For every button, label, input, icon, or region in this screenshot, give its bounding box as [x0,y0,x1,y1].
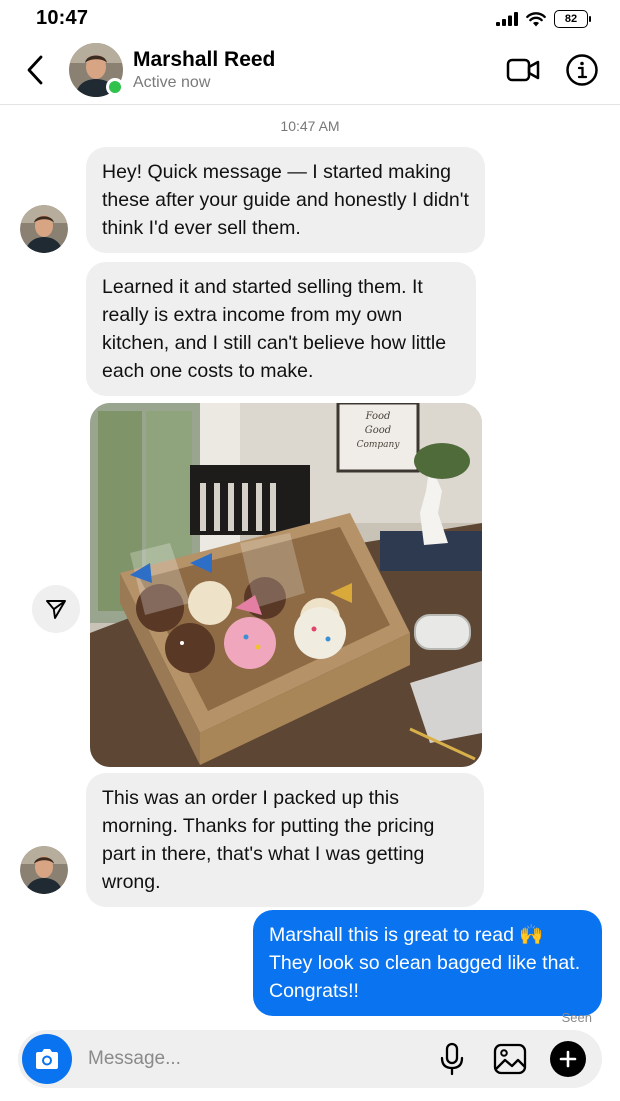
incoming-message[interactable]: This was an order I packed up this morni… [86,773,484,907]
camera-button[interactable] [22,1034,72,1084]
battery-icon: 82 [554,10,591,28]
seen-receipt: Seen [561,1010,592,1025]
contact-name[interactable]: Marshall Reed [133,48,275,72]
photo-sign-line: Food [365,411,391,422]
conversation-timestamp: 10:47 AM [280,118,340,134]
status-time: 10:47 [36,7,89,29]
gallery-icon [493,1043,527,1075]
info-button[interactable] [565,53,599,87]
incoming-message[interactable]: Learned it and started selling them. It … [86,262,476,396]
message-text: Marshall this is great to read 🙌 They lo… [269,924,581,1002]
message-composer [18,1030,602,1088]
back-button[interactable] [20,52,50,88]
share-button[interactable] [32,585,80,633]
status-icons: 82 [496,10,591,28]
camera-icon [36,1049,58,1069]
microphone-button[interactable] [438,1042,466,1076]
outgoing-message[interactable]: Marshall this is great to read 🙌 They lo… [253,910,602,1016]
video-camera-icon [506,58,540,82]
info-icon [566,54,598,86]
signal-icon [496,12,518,26]
video-call-button[interactable] [505,55,541,85]
contact-status: Active now [133,74,211,91]
microphone-icon [440,1042,464,1076]
battery-level: 82 [564,13,578,25]
gallery-button[interactable] [492,1042,528,1076]
photo-sign-line: Good [365,425,391,436]
sender-avatar[interactable] [20,846,68,894]
message-text: Learned it and started selling them. It … [102,276,447,382]
chat-header: Marshall Reed Active now [0,38,620,105]
status-bar: 10:47 82 [0,0,620,38]
wifi-icon [526,11,546,26]
sender-avatar[interactable] [20,205,68,253]
more-button[interactable] [550,1041,586,1077]
message-input[interactable] [88,1046,418,1072]
photo-sign-line: Company [357,440,401,450]
plus-icon [559,1050,577,1068]
chevron-left-icon [27,55,43,85]
paper-plane-icon [46,600,66,619]
message-text: This was an order I packed up this morni… [102,787,435,893]
message-text: Hey! Quick message — I started making th… [102,161,469,239]
incoming-message[interactable]: Hey! Quick message — I started making th… [86,147,485,253]
photo-message[interactable]: Food Good Company [90,403,482,767]
online-indicator [106,78,124,96]
